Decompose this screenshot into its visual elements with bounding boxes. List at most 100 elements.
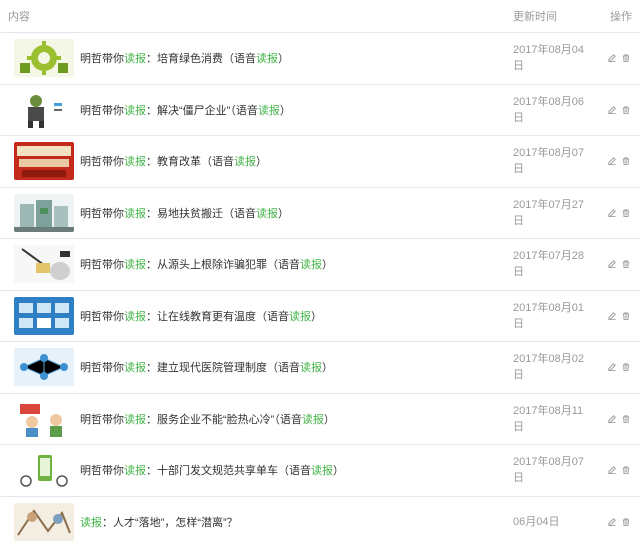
article-thumbnail[interactable] [14, 245, 74, 284]
article-thumbnail[interactable] [14, 399, 74, 438]
table-row[interactable]: 明哲带你读报：从源头上根除诈骗犯罪（语音读报） 2017年07月28日 [0, 239, 640, 291]
trash-icon[interactable] [622, 363, 630, 372]
edit-icon[interactable] [608, 54, 616, 63]
title-end: ） [311, 310, 322, 323]
table-row[interactable]: 明哲带你读报：易地扶贫搬迁（语音读报） 2017年07月27日 [0, 188, 640, 239]
title-highlight: 读报 [124, 207, 146, 220]
title-prefix: 明哲带你 [80, 362, 124, 375]
article-title[interactable]: 明哲带你读报：建立现代医院管理制度（语音读报） [80, 359, 513, 375]
title-end: ） [278, 207, 289, 220]
title-text: ：培育绿色消费（语音 [146, 53, 256, 66]
title-highlight: 读报 [124, 362, 146, 375]
article-title[interactable]: 明哲带你读报：解决“僵尸企业”（语音读报） [80, 102, 513, 118]
title-prefix: 明哲带你 [80, 310, 124, 323]
title-highlight-2: 读报 [311, 465, 333, 478]
article-title[interactable]: 明哲带你读报：让在线教育更有温度（语音读报） [80, 308, 513, 324]
time-column-header: 更新时间 [513, 11, 557, 23]
thumbnail-cell [0, 291, 80, 342]
table-row[interactable]: 明哲带你读报：服务企业不能“脸热心冷”（语音读报） 2017年08月11日 [0, 394, 640, 445]
trash-icon[interactable] [622, 106, 630, 114]
thumbnail-cell [0, 445, 80, 496]
article-title[interactable]: 明哲带你读报：服务企业不能“脸热心冷”（语音读报） [80, 411, 513, 427]
edit-icon[interactable] [608, 260, 616, 269]
article-title[interactable]: 明哲带你读报：培育绿色消费（语音读报） [80, 50, 513, 66]
trash-icon[interactable] [622, 157, 630, 166]
table-row[interactable]: 明哲带你读报：让在线教育更有温度（语音读报） 2017年08月01日 [0, 291, 640, 342]
title-highlight-2: 读报 [256, 207, 278, 220]
edit-icon[interactable] [608, 363, 616, 372]
article-thumbnail[interactable] [14, 348, 74, 387]
table-row[interactable]: 读报：人才“落地”，怎样“潜离”？ 06月04日 [0, 497, 640, 545]
trash-icon[interactable] [622, 415, 630, 423]
title-highlight-2: 读报 [301, 413, 324, 426]
row-actions [605, 54, 640, 63]
title-highlight: 读报 [124, 413, 146, 426]
table-row[interactable]: 明哲带你读报：培育绿色消费（语音读报） 2017年08月04日 [0, 33, 640, 85]
thumbnail-cell [0, 136, 80, 187]
trash-icon[interactable] [622, 209, 630, 217]
thumbnail-cell [0, 33, 80, 84]
article-thumbnail[interactable] [14, 451, 74, 490]
table-row[interactable]: 明哲带你读报：十部门发文规范共享单车（语音读报） 2017年08月07日 [0, 445, 640, 497]
edit-icon[interactable] [608, 466, 616, 475]
article-thumbnail[interactable] [14, 193, 74, 232]
edit-icon[interactable] [608, 414, 616, 423]
article-thumbnail[interactable] [14, 39, 74, 78]
title-highlight: 读报 [124, 310, 146, 323]
title-end: ） [322, 259, 333, 272]
table-row[interactable]: 明哲带你读报：教育改革（语音读报） 2017年08月07日 [0, 136, 640, 188]
table-row[interactable]: 明哲带你读报：解决“僵尸企业”（语音读报） 2017年08月06日 [0, 85, 640, 136]
trash-icon[interactable] [622, 312, 630, 320]
edit-icon[interactable] [608, 157, 616, 166]
edit-icon[interactable] [608, 208, 616, 217]
article-title[interactable]: 明哲带你读报：教育改革（语音读报） [80, 153, 513, 169]
article-title[interactable]: 明哲带你读报：易地扶贫搬迁（语音读报） [80, 205, 513, 221]
article-thumbnail[interactable] [14, 502, 74, 541]
title-highlight-2: 读报 [257, 104, 280, 117]
edit-icon[interactable] [608, 311, 616, 320]
title-highlight: 读报 [124, 156, 146, 169]
title-prefix: 明哲带你 [80, 259, 124, 272]
title-prefix: 明哲带你 [80, 413, 124, 426]
trash-icon[interactable] [622, 518, 630, 526]
title-highlight: 读报 [124, 259, 146, 272]
title-text: ：易地扶贫搬迁（语音 [146, 207, 256, 220]
edit-icon[interactable] [608, 105, 616, 114]
title-text: ：让在线教育更有温度（语音 [146, 310, 289, 323]
ops-column-header: 操作 [610, 11, 632, 23]
row-actions [605, 517, 640, 526]
update-time: 06月04日 [513, 515, 560, 528]
title-text: ：建立现代医院管理制度（语音 [146, 362, 300, 375]
table-row[interactable]: 明哲带你读报：建立现代医院管理制度（语音读报） 2017年08月02日 [0, 342, 640, 394]
title-end: ） [322, 362, 333, 375]
title-highlight-2: 读报 [289, 310, 311, 323]
row-actions [605, 157, 640, 166]
title-prefix: 明哲带你 [80, 465, 124, 478]
title-text: ：服务企业不能“脸热心冷”（语音 [146, 413, 302, 426]
thumbnail-cell [0, 239, 80, 290]
trash-icon[interactable] [622, 466, 630, 475]
article-thumbnail[interactable] [14, 90, 74, 129]
title-prefix: 明哲带你 [80, 156, 124, 169]
title-highlight: 读报 [80, 516, 102, 529]
row-actions [605, 414, 640, 423]
update-time: 2017年08月11日 [513, 404, 584, 433]
article-table: 内容 更新时间 操作 明哲带你读报：培育绿色消费（语音读报） 2017年08月0… [0, 0, 640, 545]
row-actions [605, 363, 640, 372]
title-prefix: 明哲带你 [80, 104, 124, 117]
update-time: 2017年08月04日 [513, 44, 584, 73]
title-text: ：从源头上根除诈骗犯罪（语音 [146, 259, 300, 272]
trash-icon[interactable] [622, 54, 630, 63]
title-end: ） [323, 413, 335, 426]
title-highlight-2: 读报 [300, 259, 322, 272]
title-end: ） [278, 53, 289, 66]
article-thumbnail[interactable] [14, 142, 74, 181]
row-actions [605, 311, 640, 320]
trash-icon[interactable] [622, 260, 630, 269]
article-title[interactable]: 读报：人才“落地”，怎样“潜离”？ [80, 514, 513, 530]
article-title[interactable]: 明哲带你读报：从源头上根除诈骗犯罪（语音读报） [80, 256, 513, 272]
title-end: ） [279, 104, 291, 117]
article-title[interactable]: 明哲带你读报：十部门发文规范共享单车（语音读报） [80, 462, 513, 478]
edit-icon[interactable] [608, 517, 616, 526]
article-thumbnail[interactable] [14, 296, 74, 335]
